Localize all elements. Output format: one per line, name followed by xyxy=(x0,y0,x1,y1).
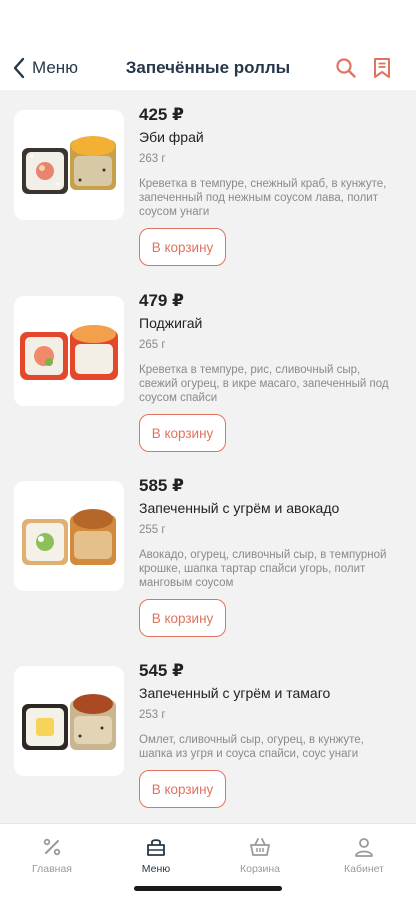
product-card[interactable]: 425 ₽ Эби фрай 263 г Креветка в темпуре,… xyxy=(0,90,416,275)
add-to-cart-button[interactable]: В корзину xyxy=(139,770,226,808)
tab-label: Корзина xyxy=(240,863,280,875)
product-name: Поджигай xyxy=(139,315,203,331)
add-to-cart-button[interactable]: В корзину xyxy=(139,414,226,452)
discount-icon xyxy=(43,838,61,856)
bookmark-button[interactable] xyxy=(370,56,394,80)
product-card[interactable]: 545 ₽ Запеченный с угрём и тамаго 253 г … xyxy=(0,646,416,831)
user-icon xyxy=(355,838,373,857)
product-description: Омлет, сливочный сыр, огурец, в кунжуте,… xyxy=(139,734,364,760)
home-indicator xyxy=(134,886,282,891)
product-image xyxy=(14,110,124,220)
product-price: 585 ₽ xyxy=(139,476,184,495)
product-price: 479 ₽ xyxy=(139,291,184,310)
tab-cart[interactable]: Корзина xyxy=(220,836,300,875)
product-name: Запеченный с угрём и авокадо xyxy=(139,500,340,516)
menu-bag-icon xyxy=(147,839,165,856)
product-name: Запеченный с угрём и тамаго xyxy=(139,685,331,701)
product-price: 545 ₽ xyxy=(139,661,184,680)
bookmark-icon xyxy=(374,58,390,78)
tab-profile[interactable]: Кабинет xyxy=(324,836,404,875)
tab-label: Главная xyxy=(32,863,72,875)
product-description: Креветка в темпуре, рис, сливочный сыр, … xyxy=(139,364,389,404)
product-description: Креветка в темпуре, снежный краб, в кунж… xyxy=(139,178,387,218)
add-to-cart-button[interactable]: В корзину xyxy=(139,228,226,266)
search-icon xyxy=(336,58,356,78)
top-bar: Меню Запечённые роллы xyxy=(0,0,416,90)
product-image xyxy=(14,666,124,776)
product-weight: 263 г xyxy=(139,153,166,165)
product-price: 425 ₽ xyxy=(139,105,184,124)
tab-label: Меню xyxy=(141,863,171,875)
add-to-cart-button[interactable]: В корзину xyxy=(139,599,226,637)
tab-label: Кабинет xyxy=(344,863,384,875)
tab-menu[interactable]: Меню xyxy=(116,836,196,875)
basket-icon xyxy=(250,838,270,856)
product-name: Эби фрай xyxy=(139,129,204,145)
search-button[interactable] xyxy=(334,56,358,80)
product-weight: 253 г xyxy=(139,709,166,721)
product-weight: 265 г xyxy=(139,339,166,351)
product-card[interactable]: 479 ₽ Поджигай 265 г Креветка в темпуре,… xyxy=(0,276,416,461)
product-card[interactable]: 585 ₽ Запеченный с угрём и авокадо 255 г… xyxy=(0,461,416,646)
product-image xyxy=(14,481,124,591)
product-image xyxy=(14,296,124,406)
product-description: Авокадо, огурец, сливочный сыр, в темпур… xyxy=(139,549,387,589)
tab-home[interactable]: Главная xyxy=(12,836,92,875)
product-weight: 255 г xyxy=(139,524,166,536)
